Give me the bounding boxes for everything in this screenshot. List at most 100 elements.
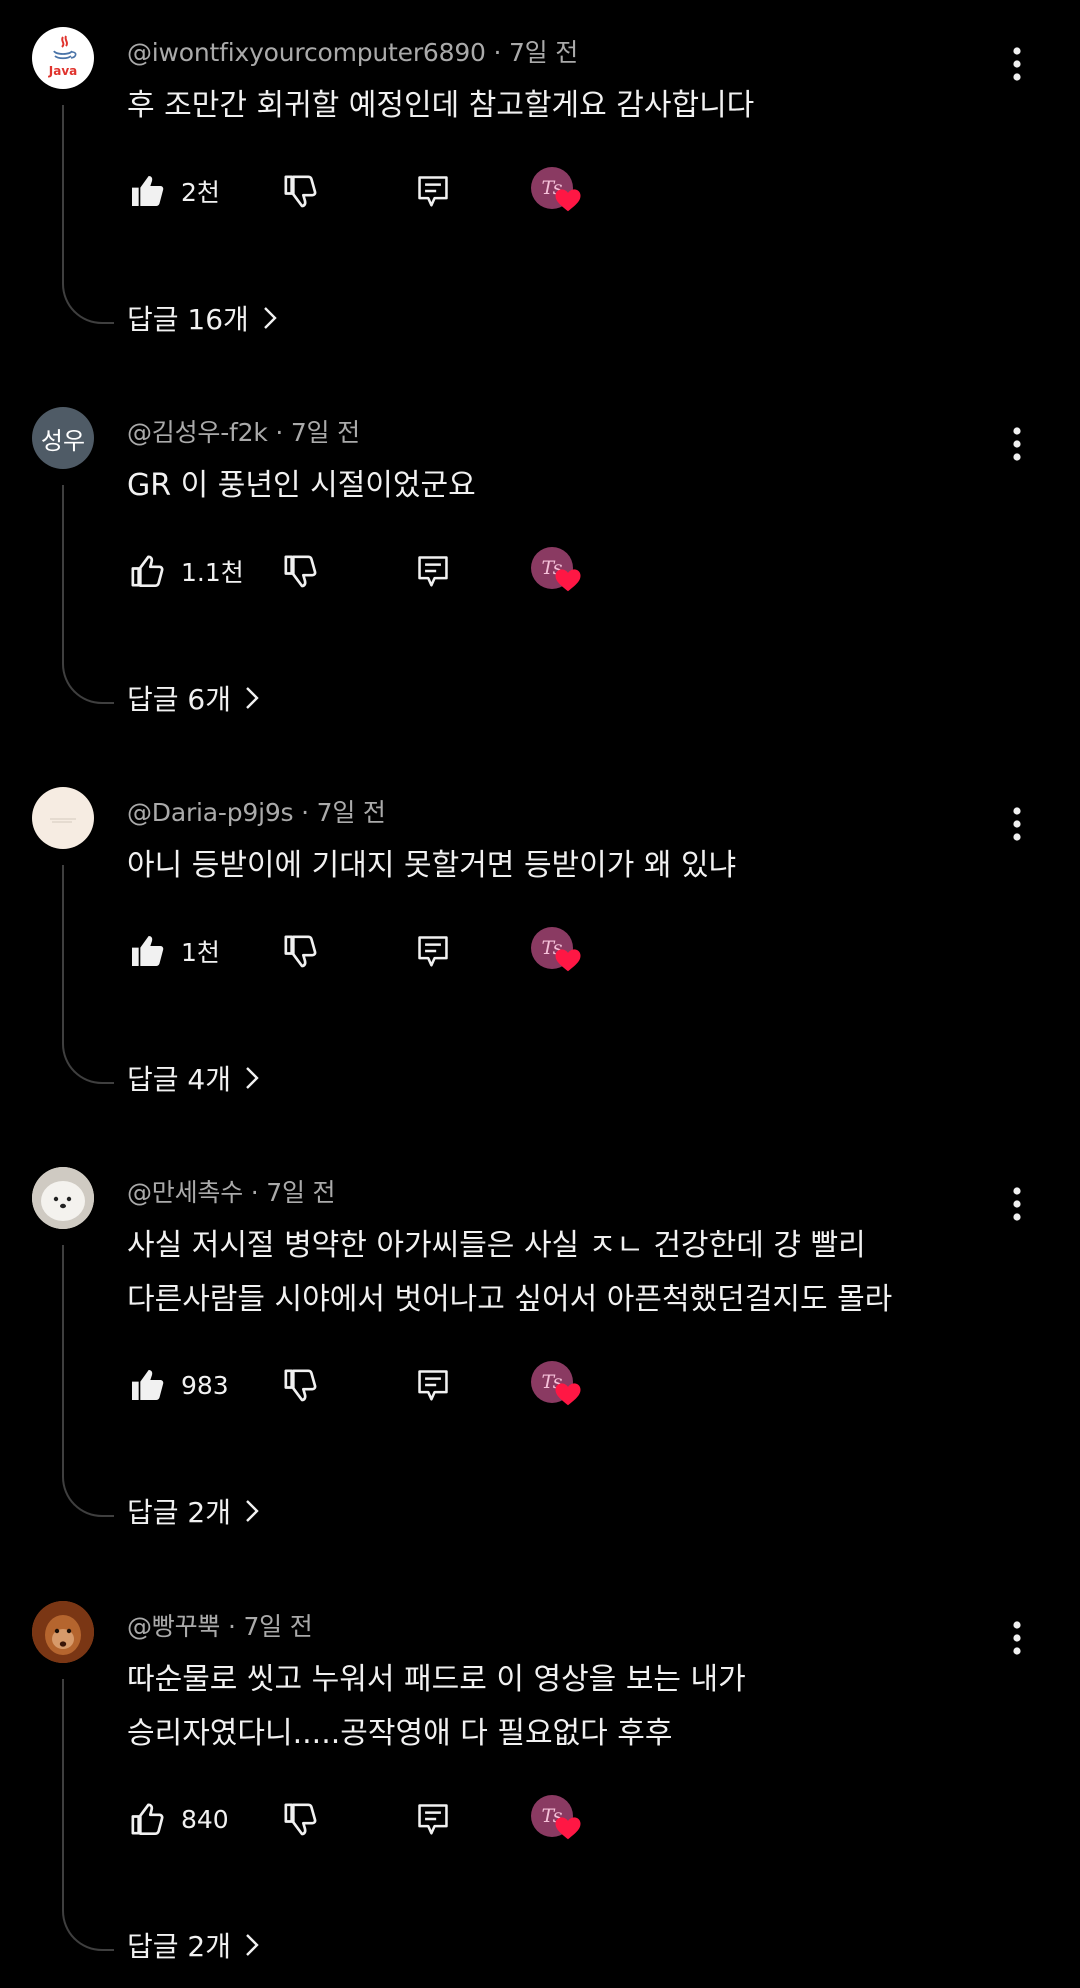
comment-line: 아니 등받이에 기대지 못할거면 등받이가 왜 있냐	[127, 848, 737, 883]
thumbs-up-icon	[131, 555, 164, 587]
comment-line: 다른사람들 시야에서 벗어나고 싶어서 아픈척했던걸지도 몰라	[127, 1282, 893, 1317]
like-button[interactable]: 1천	[127, 923, 220, 979]
reply-button[interactable]	[405, 923, 461, 979]
thumbs-down-icon	[284, 175, 317, 208]
like-button[interactable]: 2천	[127, 163, 220, 219]
comment-text: GR 이 풍년인 시절이었군요	[127, 459, 947, 513]
replies-label: 답글 2개	[127, 1930, 231, 1963]
thread-line	[62, 1679, 114, 1951]
view-replies-button[interactable]: 답글 6개	[127, 675, 259, 721]
dislike-button[interactable]	[272, 1791, 328, 1847]
avatar-initials: 성우	[40, 426, 86, 455]
creator-heart-badge: Ts	[531, 1361, 583, 1413]
svg-text:Java: Java	[48, 64, 77, 78]
avatar[interactable]	[32, 1167, 94, 1229]
author-handle[interactable]: @iwontfixyourcomputer6890	[127, 38, 486, 67]
replies-label: 답글 2개	[127, 1496, 231, 1529]
avatar[interactable]: 성우	[32, 407, 94, 469]
view-replies-button[interactable]: 답글 2개	[127, 1922, 259, 1968]
comment-menu-button[interactable]	[992, 41, 1042, 87]
comment-line: GR 이 풍년인 시절이었군요	[127, 468, 476, 503]
heart-icon	[555, 569, 581, 592]
reply-button[interactable]	[405, 163, 461, 219]
reply-comment-icon	[418, 1370, 448, 1401]
comment-text: 따순물로 씻고 누워서 패드로 이 영상을 보는 내가 승리자였다니.....공…	[127, 1653, 947, 1761]
comment-menu-button[interactable]	[992, 801, 1042, 847]
replies-label: 답글 6개	[127, 683, 231, 716]
comment-actions: 840 Ts	[127, 1791, 727, 1847]
like-count: 840	[181, 1804, 229, 1834]
comment-actions: 1.1천 Ts	[127, 543, 727, 599]
replies-label: 답글 16개	[127, 303, 249, 336]
java-logo-icon: Java	[48, 35, 77, 78]
chevron-right-icon	[246, 1067, 259, 1089]
view-replies-button[interactable]: 답글 4개	[127, 1055, 259, 1101]
more-vertical-icon	[1013, 1187, 1021, 1221]
like-button[interactable]: 983	[127, 1357, 229, 1413]
reply-button[interactable]	[405, 1357, 461, 1413]
dislike-button[interactable]	[272, 163, 328, 219]
replies-label: 답글 4개	[127, 1063, 231, 1096]
thumbs-up-icon	[132, 176, 164, 206]
creator-heart-badge: Ts	[531, 167, 583, 219]
chevron-right-icon	[246, 1500, 259, 1522]
avatar[interactable]	[32, 787, 94, 849]
comment-time: · 7일 전	[275, 418, 360, 447]
comment-time: · 7일 전	[301, 798, 386, 827]
comment-text: 후 조만간 회귀할 예정인데 참고할게요 감사합니다	[127, 79, 947, 133]
view-replies-button[interactable]: 답글 16개	[127, 295, 277, 341]
chevron-right-icon	[246, 1934, 259, 1956]
author-handle[interactable]: @만세촉수	[127, 1178, 243, 1207]
thread-line	[62, 1245, 114, 1517]
comment-time: · 7일 전	[493, 38, 579, 67]
comment-meta: @빵꾸뿍 · 7일 전	[127, 1607, 313, 1643]
reply-button[interactable]	[405, 543, 461, 599]
comment-text: 아니 등받이에 기대지 못할거면 등받이가 왜 있냐	[127, 839, 947, 893]
creator-heart-badge: Ts	[531, 547, 583, 599]
comment-actions: 983 Ts	[127, 1357, 727, 1413]
thumbs-down-icon	[284, 935, 317, 968]
avatar[interactable]	[32, 1601, 94, 1663]
thumbs-down-icon	[284, 1803, 317, 1836]
author-handle[interactable]: @김성우-f2k	[127, 418, 268, 447]
comment-meta: @iwontfixyourcomputer6890 · 7일 전	[127, 33, 578, 69]
comment-menu-button[interactable]	[992, 421, 1042, 467]
avatar-image	[50, 818, 76, 823]
dislike-button[interactable]	[272, 1357, 328, 1413]
comment-menu-button[interactable]	[992, 1615, 1042, 1661]
thumbs-up-icon	[132, 1370, 164, 1400]
like-count: 2천	[181, 178, 220, 207]
comment-meta: @Daria-p9j9s · 7일 전	[127, 793, 386, 829]
thread-line	[62, 485, 114, 704]
comment-line: 후 조만간 회귀할 예정인데 참고할게요 감사합니다	[127, 88, 755, 123]
chevron-right-icon	[246, 687, 259, 709]
view-replies-button[interactable]: 답글 2개	[127, 1488, 259, 1534]
chevron-right-icon	[263, 307, 277, 329]
more-vertical-icon	[1013, 47, 1021, 81]
reply-comment-icon	[418, 176, 448, 207]
dislike-button[interactable]	[272, 543, 328, 599]
more-vertical-icon	[1013, 807, 1021, 841]
reply-comment-icon	[418, 556, 448, 587]
like-button[interactable]: 840	[127, 1791, 229, 1847]
comment-actions: 2천 Ts	[127, 163, 727, 219]
author-handle[interactable]: @Daria-p9j9s	[127, 798, 294, 827]
dog-photo-icon	[32, 1167, 94, 1229]
avatar[interactable]: Java	[32, 27, 94, 89]
reply-comment-icon	[418, 936, 448, 967]
like-button[interactable]: 1.1천	[127, 543, 244, 599]
thread-line	[62, 865, 114, 1084]
heart-icon	[555, 189, 581, 212]
comment-menu-button[interactable]	[992, 1181, 1042, 1227]
reply-comment-icon	[418, 1804, 448, 1835]
more-vertical-icon	[1013, 427, 1021, 461]
comment-time: · 7일 전	[227, 1612, 313, 1641]
reply-button[interactable]	[405, 1791, 461, 1847]
thumbs-up-icon	[132, 936, 164, 966]
thumbs-up-icon	[131, 1803, 164, 1835]
like-count: 983	[181, 1370, 229, 1400]
comment-line: 사실 저시절 병약한 아가씨들은 사실 ㅈㄴ 건강한데 걍 빨리	[127, 1228, 866, 1263]
dislike-button[interactable]	[272, 923, 328, 979]
thumbs-down-icon	[284, 1369, 317, 1402]
author-handle[interactable]: @빵꾸뿍	[127, 1612, 220, 1641]
